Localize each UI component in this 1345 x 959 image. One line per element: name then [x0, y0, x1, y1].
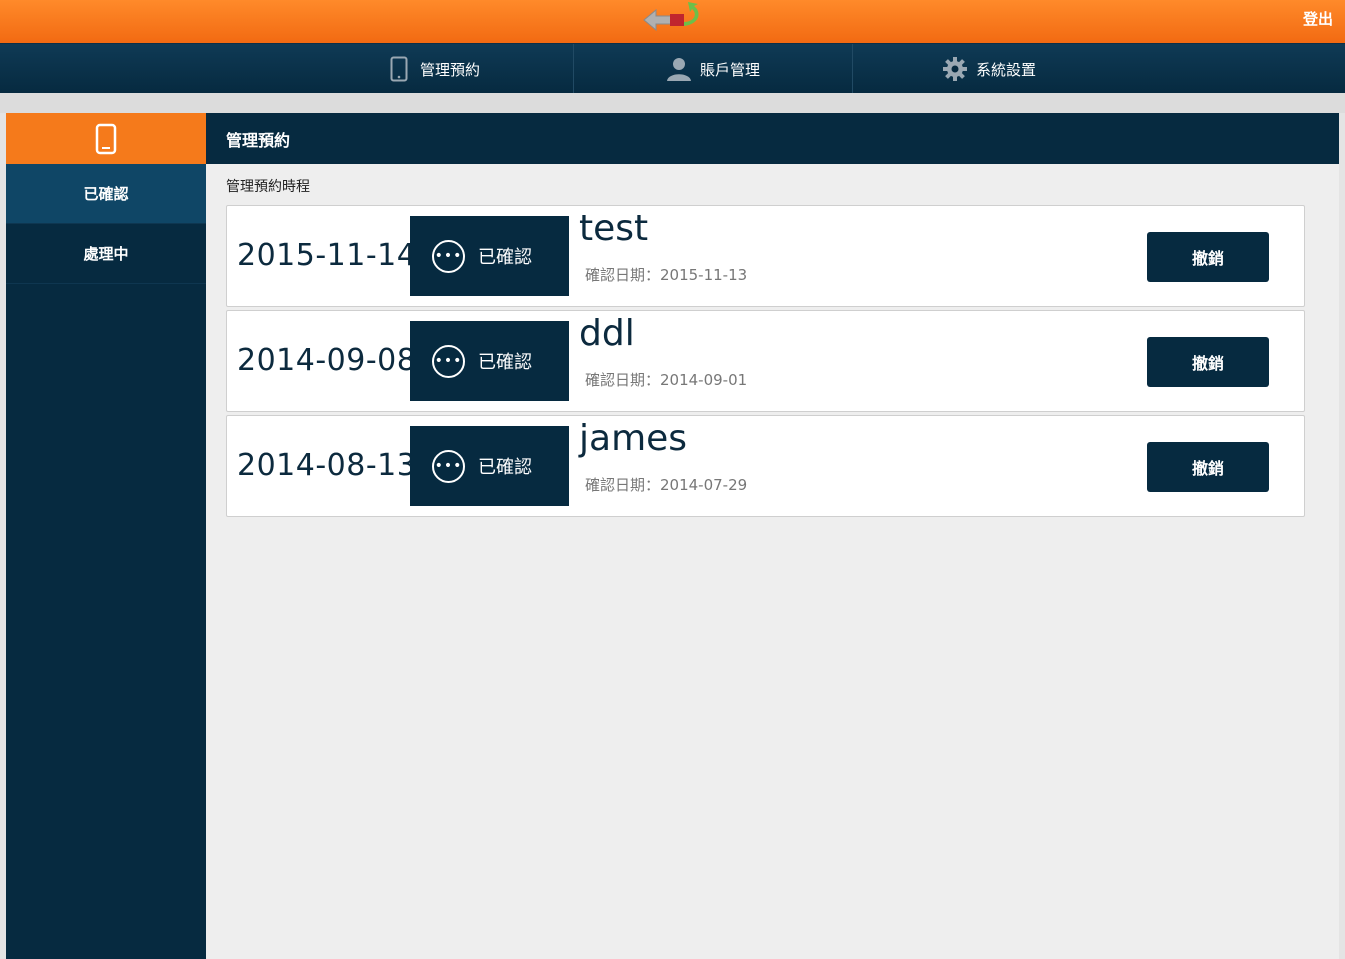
- booking-name: ddl: [579, 313, 635, 354]
- main-panel: 管理預約 管理預約時程 2015-11-14 ••• 已確認 test 確認日期…: [206, 113, 1339, 959]
- more-icon: •••: [432, 449, 465, 483]
- nav-item-label: 管理預約: [419, 60, 480, 79]
- app-logo-icon: [643, 2, 699, 32]
- sidebar-item-label: 已確認: [83, 185, 129, 203]
- booking-date: 2014-08-13: [237, 448, 417, 483]
- booking-date: 2014-09-08: [237, 343, 417, 378]
- nav-item-account[interactable]: 賬戶管理: [574, 44, 852, 94]
- sidebar-header: [6, 113, 206, 164]
- tablet-icon: [95, 123, 117, 154]
- booking-name: test: [579, 208, 649, 249]
- separator-strip: [0, 93, 1345, 113]
- nav-item-label: 賬戶管理: [699, 60, 760, 79]
- status-label: 已確認: [478, 352, 532, 373]
- nav-item-manage-booking[interactable]: 管理預約: [293, 44, 573, 94]
- main-nav: 管理預約 賬戶管理 系統設置: [0, 43, 1345, 94]
- sidebar-item-label: 處理中: [83, 245, 129, 263]
- gear-icon: [942, 56, 968, 82]
- tablet-icon: [386, 56, 412, 82]
- cancel-button[interactable]: 撤銷: [1147, 337, 1269, 387]
- confirm-date: 確認日期：2014-09-01: [585, 371, 748, 389]
- booking-card: 2014-09-08 ••• 已確認 ddl 確認日期：2014-09-01 撤…: [226, 310, 1305, 412]
- more-icon: •••: [432, 239, 465, 273]
- status-label: 已確認: [478, 457, 532, 478]
- user-icon: [666, 56, 692, 82]
- page-title: 管理預約: [206, 113, 1339, 164]
- status-button[interactable]: ••• 已確認: [410, 426, 569, 506]
- more-icon: •••: [432, 344, 465, 378]
- logout-link[interactable]: 登出: [1303, 8, 1333, 29]
- cancel-button[interactable]: 撤銷: [1147, 232, 1269, 282]
- confirm-date: 確認日期：2015-11-13: [585, 266, 748, 284]
- section-subtitle: 管理預約時程: [226, 179, 310, 195]
- nav-item-label: 系統設置: [975, 60, 1036, 79]
- status-button[interactable]: ••• 已確認: [410, 216, 569, 296]
- cancel-button[interactable]: 撤銷: [1147, 442, 1269, 492]
- sidebar-item-processing[interactable]: 處理中: [6, 224, 206, 284]
- confirm-date: 確認日期：2014-07-29: [585, 476, 748, 494]
- sidebar-item-confirmed[interactable]: 已確認: [6, 164, 206, 224]
- top-bar: 登出: [0, 0, 1345, 43]
- status-button[interactable]: ••• 已確認: [410, 321, 569, 401]
- status-label: 已確認: [478, 247, 532, 268]
- booking-card: 2015-11-14 ••• 已確認 test 確認日期：2015-11-13 …: [226, 205, 1305, 307]
- booking-name: james: [579, 418, 688, 459]
- sidebar: 已確認 處理中: [6, 113, 206, 959]
- booking-card: 2014-08-13 ••• 已確認 james 確認日期：2014-07-29…: [226, 415, 1305, 517]
- booking-date: 2015-11-14: [237, 238, 417, 273]
- nav-item-settings[interactable]: 系統設置: [853, 44, 1125, 94]
